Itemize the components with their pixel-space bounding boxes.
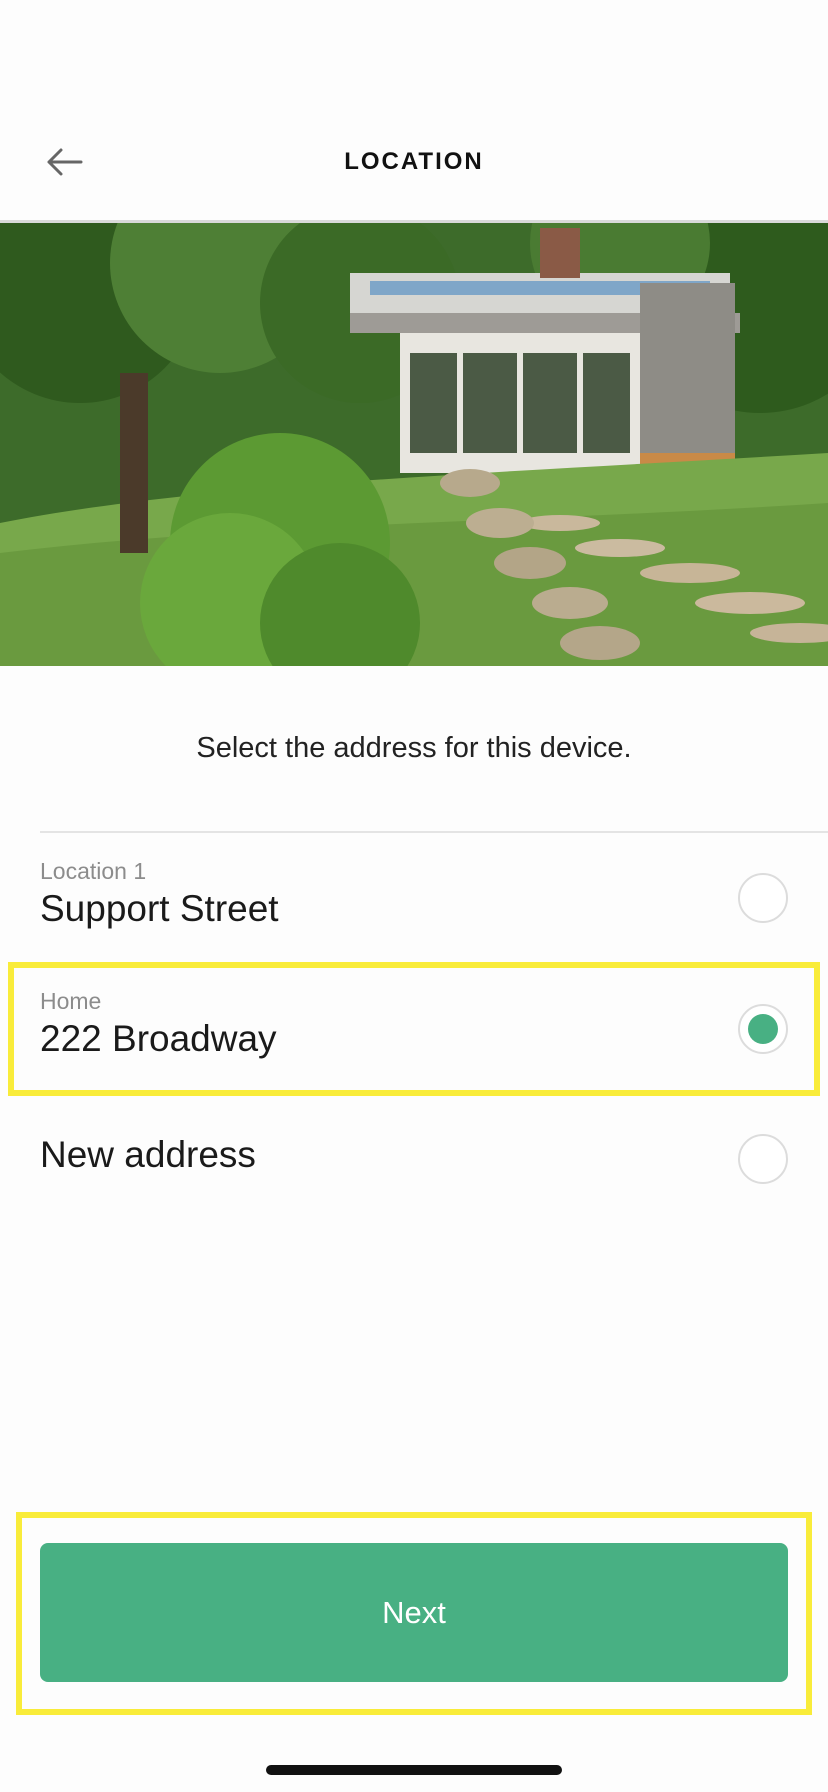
list-divider [40, 831, 828, 833]
radio-button[interactable] [738, 873, 788, 923]
option-label: Location 1 [40, 858, 147, 884]
radio-button-selected[interactable] [738, 1004, 788, 1054]
house-photo [0, 223, 828, 666]
radio-button[interactable] [738, 1134, 788, 1184]
header: LOCATION [0, 0, 828, 223]
address-option-location-1[interactable]: Location 1 Support Street [40, 834, 828, 964]
home-indicator [266, 1765, 562, 1775]
location-screen: LOCATION Select the address for this dev… [0, 0, 828, 1792]
instruction-text: Select the address for this device. [196, 732, 632, 764]
option-label: Home [40, 988, 102, 1014]
address-option-home[interactable]: Home 222 Broadway [40, 964, 828, 1094]
page-title: LOCATION [344, 148, 484, 175]
next-button[interactable]: Next [40, 1543, 788, 1682]
address-option-new[interactable]: New address [40, 1094, 828, 1224]
option-address: 222 Broadway [40, 1018, 277, 1059]
radio-selected-dot [748, 1014, 778, 1044]
option-address: New address [40, 1134, 256, 1175]
option-address: Support Street [40, 888, 279, 929]
